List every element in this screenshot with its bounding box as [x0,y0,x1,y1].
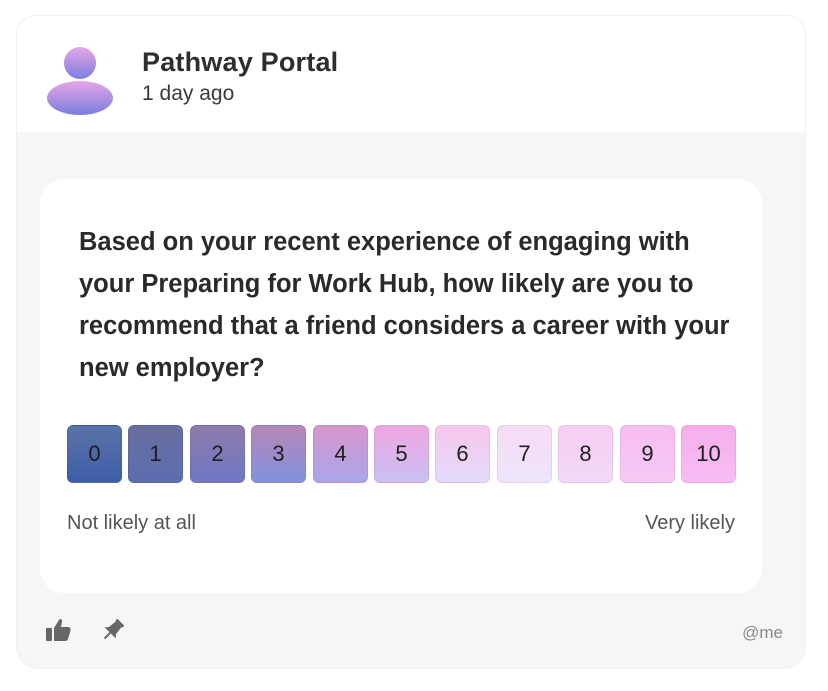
rating-option-5[interactable]: 5 [374,425,429,483]
rating-option-9[interactable]: 9 [620,425,675,483]
scale-label-low: Not likely at all [67,512,196,534]
rating-option-10[interactable]: 10 [681,425,736,483]
rating-option-6[interactable]: 6 [435,425,490,483]
mention-tag[interactable]: @me [742,623,783,643]
pin-icon[interactable] [99,616,127,644]
author-name[interactable]: Pathway Portal [142,47,338,78]
thumbs-up-icon[interactable] [44,616,72,644]
rating-option-7[interactable]: 7 [497,425,552,483]
rating-scale: 0 1 2 3 4 5 6 7 8 9 10 [67,425,737,485]
rating-option-2[interactable]: 2 [190,425,245,483]
post-card: Pathway Portal 1 day ago Based on your r… [17,16,805,668]
rating-option-4[interactable]: 4 [313,425,368,483]
rating-option-8[interactable]: 8 [558,425,613,483]
rating-option-0[interactable]: 0 [67,425,122,483]
post-header: Pathway Portal 1 day ago [17,16,805,132]
nps-survey-card: Based on your recent experience of engag… [40,179,762,593]
scale-label-high: Very likely [644,512,735,534]
user-avatar-icon[interactable] [46,46,114,116]
rating-option-1[interactable]: 1 [128,425,183,483]
survey-question: Based on your recent experience of engag… [79,228,730,382]
rating-option-3[interactable]: 3 [251,425,306,483]
post-timestamp: 1 day ago [142,82,235,105]
